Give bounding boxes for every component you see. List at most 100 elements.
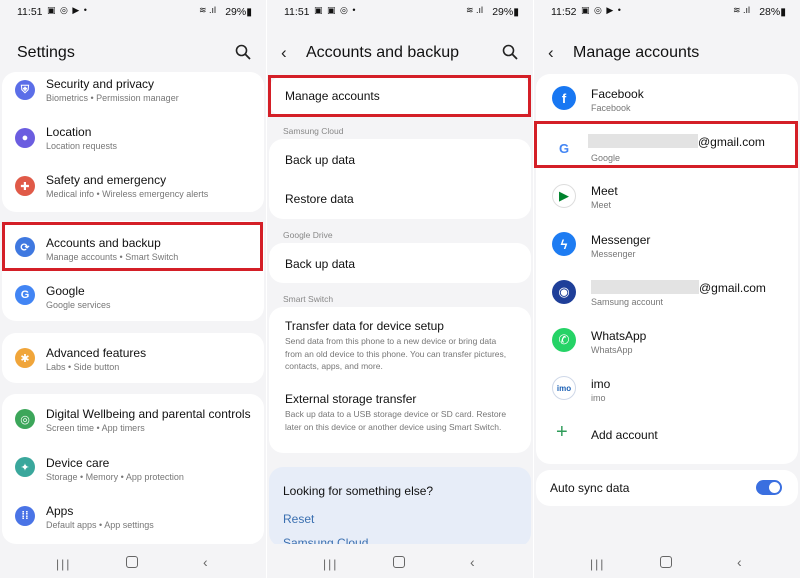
account-facebook[interactable]: f Facebook Facebook [536,74,798,122]
imo-icon: imo [552,376,576,400]
account-imo[interactable]: imo imo imo [536,364,798,412]
navigation-bar: ||| ‹ [267,544,533,578]
redacted-email [591,280,699,294]
looking-title: Looking for something else? [283,484,434,498]
recents-icon[interactable]: ||| [56,557,71,571]
item-title: External storage transfer [285,392,417,406]
account-samsung[interactable]: ◉ @gmail.com Samsung account [536,268,798,316]
item-title: Device care [46,456,110,470]
reset-link[interactable]: Reset [283,512,314,526]
settings-item-safety[interactable]: ✚ Safety and emergency Medical info • Wi… [2,168,264,214]
auto-sync-row[interactable]: Auto sync data [536,470,798,506]
shield-icon: ⛨ [15,80,35,100]
settings-group: ◎ Digital Wellbeing and parental control… [2,394,264,544]
account-meet[interactable]: ▶ Meet Meet [536,172,798,220]
header: ‹ Accounts and backup [267,40,533,68]
back-arrow-icon[interactable]: ‹ [281,43,287,63]
google-drive-group: Back up data [269,243,531,283]
settings-item-apps[interactable]: ⁞⁞ Apps Default apps • App settings [2,492,264,540]
wellbeing-icon: ◎ [15,409,35,429]
whatsapp-icon: ✆ [552,328,576,352]
transfer-data-item[interactable]: Transfer data for device setup Send data… [269,307,531,379]
page-title: Manage accounts [573,44,700,61]
back-up-data-item[interactable]: Back up data [269,243,531,283]
account-whatsapp[interactable]: ✆ WhatsApp WhatsApp [536,316,798,364]
highlight-box [534,121,798,168]
messenger-icon: ϟ [552,232,576,256]
apps-icon: ⁞⁞ [15,506,35,526]
back-nav-icon[interactable]: ‹ [737,554,742,570]
location-pin-icon: ● [15,128,35,148]
settings-screen: 11:51 ▣ ◎ ▶ • ≋ .ıl 29%▮ Settings ⛨ Secu… [0,0,266,578]
item-title: Advanced features [46,346,147,360]
smart-switch-group: Transfer data for device setup Send data… [269,307,531,453]
back-nav-icon[interactable]: ‹ [203,554,208,570]
looking-for-card: Looking for something else? Reset Samsun… [269,467,531,550]
notification-icons: ▣ ◎ ▶ • [47,5,88,15]
meet-icon: ▶ [552,184,576,208]
status-time: 11:51 [17,6,43,18]
settings-item-google[interactable]: G Google Google services [2,275,264,321]
device-care-icon: ✦ [15,457,35,477]
signal-icon: ≋ .ıl [465,5,483,15]
notification-icons: ▣ ▣ ◎ • [314,5,357,15]
back-nav-icon[interactable]: ‹ [470,554,475,570]
search-icon[interactable] [234,43,252,61]
account-title: Messenger [591,233,651,247]
search-icon[interactable] [501,43,519,61]
battery-level: 28%▮ [759,6,786,18]
add-account-label: Add account [591,428,658,442]
item-title: Apps [46,504,74,518]
header: ‹ Manage accounts [534,40,800,68]
item-title: Location [46,125,92,139]
home-icon[interactable] [126,556,138,568]
accounts-backup-screen: 11:51 ▣ ▣ ◎ • ≋ .ıl 29%▮ ‹ Accounts and … [267,0,533,578]
settings-item-advanced[interactable]: ✱ Advanced features Labs • Side button [2,333,264,383]
account-subtitle: Messenger [591,249,636,259]
section-header: Google Drive [283,230,333,240]
account-subtitle: Samsung account [591,297,664,307]
back-up-data-item[interactable]: Back up data [269,139,531,179]
page-title: Settings [17,44,75,61]
section-header: Smart Switch [283,294,334,304]
account-title: @gmail.com [699,281,766,295]
item-subtitle: Google services [46,300,111,310]
item-title: Google [46,284,85,298]
item-title: Transfer data for device setup [285,319,444,333]
settings-item-security[interactable]: ⛨ Security and privacy Biometrics • Perm… [2,72,264,118]
navigation-bar: ||| ‹ [0,544,266,578]
home-icon[interactable] [660,556,672,568]
home-icon[interactable] [393,556,405,568]
item-subtitle: Labs • Side button [46,362,120,372]
auto-sync-toggle[interactable] [756,480,782,495]
account-title: Meet [591,184,618,198]
recents-icon[interactable]: ||| [590,557,605,571]
auto-sync-card: Auto sync data [536,470,798,506]
plus-icon: + [556,421,568,443]
item-title: Safety and emergency [46,173,167,187]
restore-data-item[interactable]: Restore data [269,179,531,219]
manage-accounts-screen: 11:52 ▣ ◎ ▶ • ≋ .ıl 28%▮ ‹ Manage accoun… [534,0,800,578]
account-subtitle: imo [591,393,606,403]
account-messenger[interactable]: ϟ Messenger Messenger [536,220,798,268]
status-bar: 11:51 ▣ ◎ ▶ • ≋ .ıl 29%▮ [0,0,266,24]
auto-sync-label: Auto sync data [550,481,630,495]
settings-group: ⛨ Security and privacy Biometrics • Perm… [2,72,264,212]
item-description: Send data from this phone to a new devic… [285,336,507,371]
item-subtitle: Screen time • App timers [46,423,145,433]
highlight-box [268,75,531,117]
recents-icon[interactable]: ||| [323,557,338,571]
battery-level: 29%▮ [492,6,519,18]
back-arrow-icon[interactable]: ‹ [548,43,554,63]
add-account-button[interactable]: + Add account [536,418,798,454]
external-storage-item[interactable]: External storage transfer Back up data t… [269,381,531,453]
settings-item-wellbeing[interactable]: ◎ Digital Wellbeing and parental control… [2,394,264,442]
account-title: imo [591,377,611,391]
settings-item-location[interactable]: ● Location Location requests [2,120,264,166]
account-subtitle: Facebook [591,103,631,113]
notification-icons: ▣ ◎ ▶ • [581,5,622,15]
settings-item-device-care[interactable]: ✦ Device care Storage • Memory • App pro… [2,443,264,491]
item-subtitle: Location requests [46,141,118,151]
status-bar: 11:52 ▣ ◎ ▶ • ≋ .ıl 28%▮ [534,0,800,24]
samsung-cloud-group: Back up data Restore data [269,139,531,219]
